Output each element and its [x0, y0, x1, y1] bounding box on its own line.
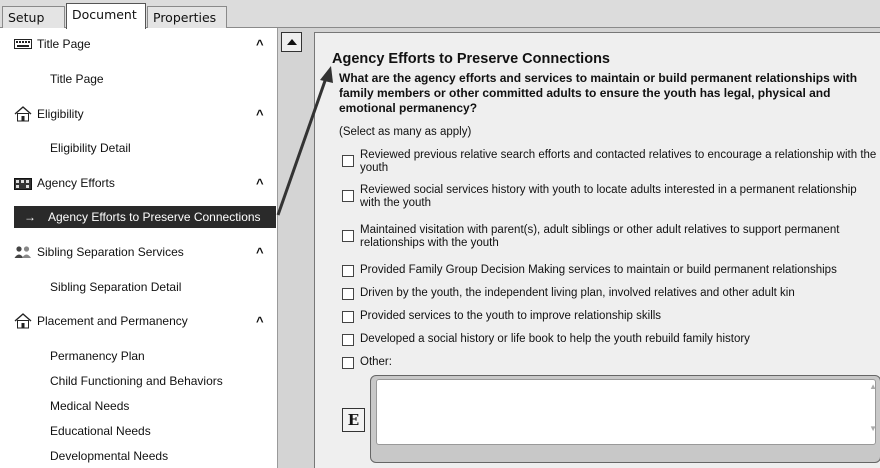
nav-section-label: Placement and Permanency — [37, 314, 188, 328]
document-nav: Title Page ^ Title Page Eligibility ^ El… — [0, 28, 278, 468]
scroll-up-arrow-icon[interactable]: ▲ — [869, 382, 877, 391]
checkbox[interactable] — [342, 334, 354, 346]
option-family-group-decision-making[interactable]: Provided Family Group Decision Making se… — [342, 264, 880, 277]
triangle-up-icon — [286, 39, 297, 45]
option-label: Other: — [360, 356, 392, 368]
scroll-down-arrow-icon[interactable]: ▼ — [869, 424, 877, 433]
building-icon — [14, 176, 32, 190]
nav-section-label: Sibling Separation Services — [37, 245, 184, 259]
option-social-history-life-book[interactable]: Developed a social history or life book … — [342, 333, 880, 346]
option-label: Driven by the youth, the independent liv… — [360, 287, 795, 299]
collapse-chevron-icon[interactable]: ^ — [256, 241, 264, 263]
nav-section-sibling-separation-services[interactable]: Sibling Separation Services — [14, 241, 184, 263]
nav-section-title-page[interactable]: Title Page — [14, 33, 91, 55]
question-text: What are the agency efforts and services… — [339, 71, 858, 115]
tab-properties[interactable]: Properties — [147, 6, 227, 28]
option-label: Provided Family Group Decision Making se… — [360, 264, 837, 276]
checkbox[interactable] — [342, 357, 354, 369]
section-title: Agency Efforts to Preserve Connections — [332, 51, 610, 67]
nav-item-child-functioning-and-behaviors[interactable]: Child Functioning and Behaviors — [50, 372, 223, 390]
people-icon — [14, 245, 32, 259]
tab-bar: Setup Document Properties — [0, 0, 880, 29]
option-label: Provided services to the youth to improv… — [360, 310, 662, 322]
keyboard-icon — [14, 37, 32, 51]
nav-item-educational-needs[interactable]: Educational Needs — [50, 422, 151, 440]
option-driven-by-youth[interactable]: Driven by the youth, the independent liv… — [342, 287, 880, 300]
nav-section-placement-and-permanency[interactable]: Placement and Permanency — [14, 310, 188, 332]
option-label: Developed a social history or life book … — [360, 333, 750, 345]
checkbox[interactable] — [342, 265, 354, 277]
scroll-up-button[interactable] — [281, 32, 302, 52]
house-icon — [14, 106, 32, 122]
nav-item-eligibility-detail[interactable]: Eligibility Detail — [50, 139, 131, 157]
checkbox[interactable] — [342, 155, 354, 167]
arrow-right-icon: → — [24, 210, 36, 224]
nav-section-eligibility[interactable]: Eligibility — [14, 103, 84, 125]
collapse-chevron-icon[interactable]: ^ — [256, 103, 264, 125]
option-relationship-skills[interactable]: Provided services to the youth to improv… — [342, 310, 880, 323]
option-maintained-visitation[interactable]: Maintained visitation with parent(s), ad… — [342, 224, 880, 250]
checkbox[interactable] — [342, 230, 354, 242]
tab-setup[interactable]: Setup — [2, 6, 65, 28]
option-other[interactable]: Other: — [342, 356, 880, 369]
nav-item-label: Agency Efforts to Preserve Connections — [48, 210, 261, 224]
nav-item-title-page[interactable]: Title Page — [50, 70, 104, 88]
editor-button[interactable]: E — [342, 408, 365, 432]
nav-item-permanency-plan[interactable]: Permanency Plan — [50, 347, 145, 365]
nav-item-medical-needs[interactable]: Medical Needs — [50, 397, 129, 415]
collapse-chevron-icon[interactable]: ^ — [256, 310, 264, 332]
option-reviewed-social-services-history[interactable]: Reviewed social services history with yo… — [342, 184, 880, 210]
nav-item-sibling-separation-detail[interactable]: Sibling Separation Detail — [50, 278, 181, 296]
collapse-chevron-icon[interactable]: ^ — [256, 172, 264, 194]
nav-section-label: Agency Efforts — [37, 176, 115, 190]
option-reviewed-relative-search[interactable]: Reviewed previous relative search effort… — [342, 149, 880, 175]
option-label: Reviewed social services history with yo… — [360, 184, 857, 209]
tab-document[interactable]: Document — [66, 3, 146, 29]
other-text-area[interactable] — [376, 379, 876, 445]
option-label: Reviewed previous relative search effort… — [360, 149, 877, 174]
collapse-chevron-icon[interactable]: ^ — [256, 33, 264, 55]
select-hint: (Select as many as apply) — [339, 126, 472, 138]
other-text-container: ▲ ▼ — [370, 375, 880, 463]
checkbox[interactable] — [342, 190, 354, 202]
checkbox[interactable] — [342, 311, 354, 323]
house-icon — [14, 313, 32, 329]
nav-item-developmental-needs[interactable]: Developmental Needs — [50, 447, 168, 465]
nav-section-agency-efforts[interactable]: Agency Efforts — [14, 172, 115, 194]
nav-item-agency-efforts-to-preserve-connections[interactable]: → Agency Efforts to Preserve Connections — [14, 206, 276, 228]
nav-section-label: Eligibility — [37, 107, 84, 121]
checkbox[interactable] — [342, 288, 354, 300]
content-panel: Agency Efforts to Preserve Connections W… — [314, 32, 880, 468]
option-label: Maintained visitation with parent(s), ad… — [360, 224, 840, 249]
nav-section-label: Title Page — [37, 37, 91, 51]
